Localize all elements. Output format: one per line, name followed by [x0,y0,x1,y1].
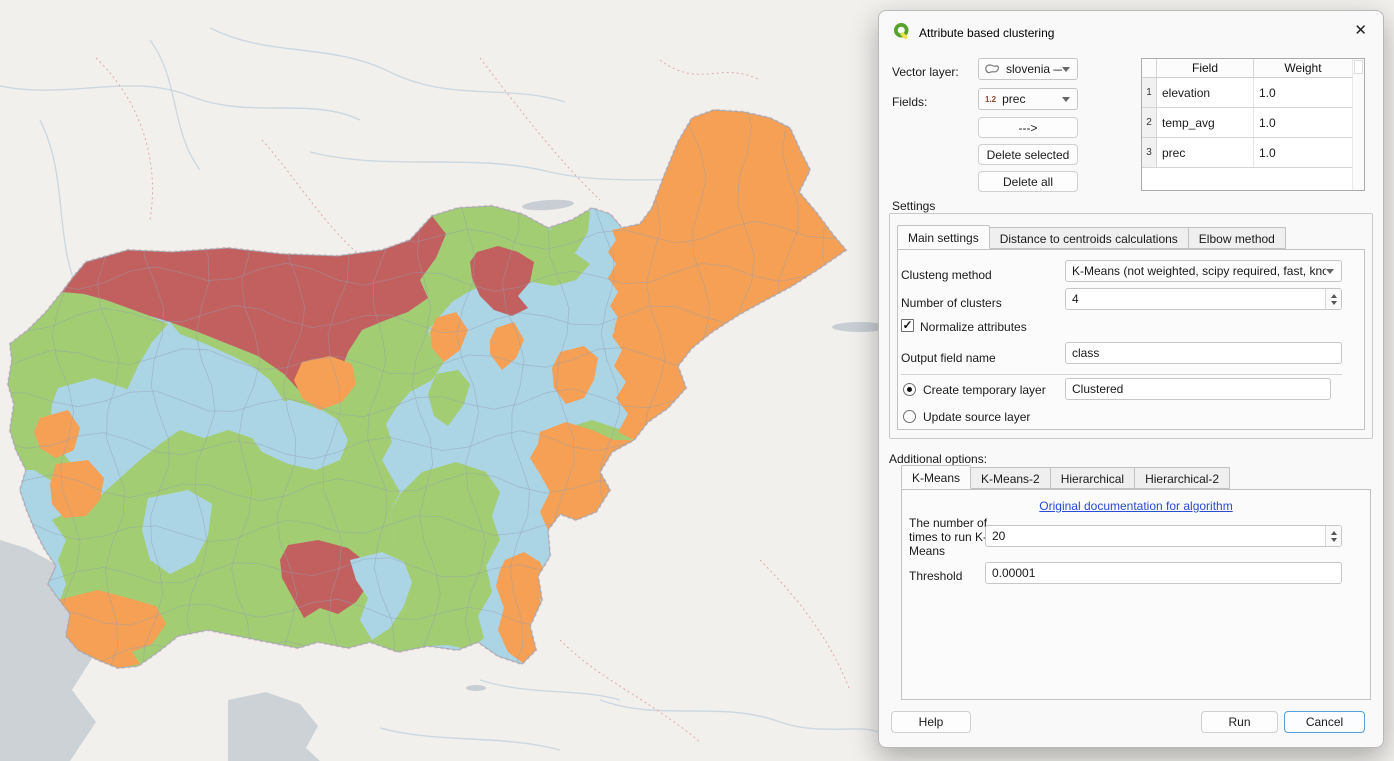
times-to-run-spinner[interactable]: 20 [985,525,1342,547]
cell-field[interactable]: prec [1157,138,1254,167]
number-of-clusters-label: Number of clusters [901,296,1002,310]
spinner-buttons[interactable] [1325,289,1341,309]
chevron-down-icon [1062,97,1070,102]
tab-hierarchical-2[interactable]: Hierarchical-2 [1135,467,1230,489]
row-number: 3 [1142,138,1157,167]
additional-options-label: Additional options: [889,452,987,466]
column-header-field[interactable]: Field [1157,59,1254,77]
table-row[interactable]: 2 temp_avg 1.0 [1142,108,1364,138]
dialog-title: Attribute based clustering [919,26,1054,40]
chevron-down-icon [1326,269,1334,274]
spin-up-icon [1331,531,1337,535]
row-number: 2 [1142,108,1157,137]
spin-up-icon [1331,294,1337,298]
cell-weight[interactable]: 1.0 [1254,78,1352,107]
fields-combo[interactable]: 1.2 prec [978,88,1078,110]
normalize-checkbox[interactable]: ✓ [901,319,914,332]
column-header-weight[interactable]: Weight [1254,59,1352,77]
delete-selected-button[interactable]: Delete selected [978,144,1078,165]
chevron-down-icon [1062,67,1070,72]
documentation-link[interactable]: Original documentation for algorithm [1039,499,1232,513]
doc-link-row: Original documentation for algorithm [901,499,1371,513]
delete-all-button[interactable]: Delete all [978,171,1078,192]
output-field-value: class [1066,346,1105,360]
polygon-layer-icon [984,63,1000,75]
spinner-buttons[interactable] [1325,526,1341,546]
vector-layer-combo[interactable]: slovenia — [978,58,1078,80]
clustering-method-combo[interactable]: K-Means (not weighted, scipy required, f… [1065,260,1342,282]
table-row[interactable]: 1 elevation 1.0 [1142,78,1364,108]
update-source-layer-radio[interactable] [903,410,916,423]
spin-down-icon [1331,538,1337,542]
tab-main-settings[interactable]: Main settings [897,225,990,249]
cell-field[interactable]: temp_avg [1157,108,1254,137]
separator [901,374,1342,375]
tab-kmeans[interactable]: K-Means [901,465,971,489]
additional-tabbar: K-Means K-Means-2 Hierarchical Hierarchi… [901,466,1230,489]
number-of-clusters-spinner[interactable]: 4 [1065,288,1342,310]
vector-layer-value: slovenia — [1000,62,1062,76]
row-number: 1 [1142,78,1157,107]
add-field-button[interactable]: ---> [978,117,1078,138]
temp-layer-name-value: Clustered [1066,382,1129,396]
threshold-label: Threshold [909,569,962,583]
table-corner [1142,59,1157,77]
normalize-label: Normalize attributes [920,320,1027,334]
decimal-field-icon: 1.2 [985,95,996,104]
cancel-button[interactable]: Cancel [1284,711,1365,733]
output-field-label: Output field name [901,351,996,365]
table-scrollbar[interactable] [1352,59,1364,190]
times-to-run-label: The number of times to run K-Means [909,516,993,558]
dialog-titlebar[interactable]: Attribute based clustering ✕ [879,11,1383,49]
output-field-input[interactable]: class [1065,342,1342,364]
cell-weight[interactable]: 1.0 [1254,108,1352,137]
threshold-value: 0.00001 [986,566,1041,580]
fields-value: prec [996,92,1062,106]
number-of-clusters-value: 4 [1066,292,1325,306]
clustering-method-label: Clusteng method [901,268,992,282]
table-header: Field Weight [1142,59,1364,78]
help-button[interactable]: Help [891,711,971,733]
create-temp-layer-radio[interactable] [903,383,916,396]
vector-layer-label: Vector layer: [892,65,959,79]
spin-down-icon [1331,301,1337,305]
fields-weight-table: Field Weight 1 elevation 1.0 2 temp_avg … [1141,58,1365,191]
create-temp-layer-label: Create temporary layer [923,383,1046,397]
threshold-input[interactable]: 0.00001 [985,562,1342,584]
qgis-logo-icon [893,22,911,40]
fields-label: Fields: [892,95,927,109]
update-source-layer-label: Update source layer [923,410,1030,424]
table-row[interactable]: 3 prec 1.0 [1142,138,1364,168]
tab-kmeans-2[interactable]: K-Means-2 [971,467,1051,489]
run-button[interactable]: Run [1201,711,1278,733]
tab-hierarchical[interactable]: Hierarchical [1051,467,1135,489]
settings-tabbar: Main settings Distance to centroids calc… [897,226,1286,249]
cell-weight[interactable]: 1.0 [1254,138,1352,167]
clustering-method-value: K-Means (not weighted, scipy required, f… [1066,264,1326,278]
close-icon[interactable]: ✕ [1354,23,1367,38]
times-to-run-value: 20 [986,529,1325,543]
temp-layer-name-input[interactable]: Clustered [1065,378,1331,400]
settings-group-label: Settings [892,199,935,213]
lake [466,685,486,691]
attribute-clustering-dialog: Attribute based clustering ✕ Vector laye… [878,10,1384,748]
cell-field[interactable]: elevation [1157,78,1254,107]
tab-distance-centroids[interactable]: Distance to centroids calculations [990,227,1189,249]
tab-elbow-method[interactable]: Elbow method [1189,227,1286,249]
